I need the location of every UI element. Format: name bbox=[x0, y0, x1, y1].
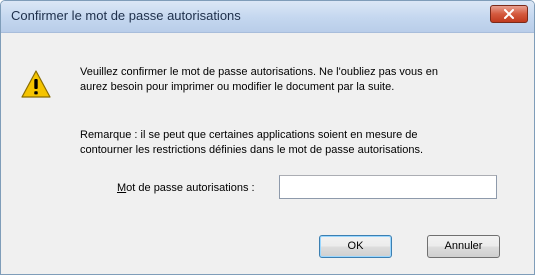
dialog-body: Veuillez confirmer le mot de passe autor… bbox=[1, 33, 534, 274]
ok-button[interactable]: OK bbox=[319, 235, 392, 258]
permissions-password-input[interactable] bbox=[279, 175, 497, 199]
close-button[interactable] bbox=[490, 5, 528, 23]
confirmation-message: Veuillez confirmer le mot de passe autor… bbox=[80, 65, 510, 95]
dialog-title: Confirmer le mot de passe autorisations bbox=[11, 8, 241, 23]
password-label: Mot de passe autorisations : bbox=[117, 182, 255, 194]
dialog-window: Confirmer le mot de passe autorisations … bbox=[0, 0, 535, 275]
remark-note: Remarque : il se peut que certaines appl… bbox=[80, 128, 510, 158]
title-bar[interactable]: Confirmer le mot de passe autorisations bbox=[1, 1, 534, 33]
remark-line-2: contourner les restrictions définies dan… bbox=[80, 144, 424, 156]
password-label-text: ot de passe autorisations : bbox=[126, 182, 255, 194]
password-label-accelerator: M bbox=[117, 182, 127, 194]
message-line-2: aurez besoin pour imprimer ou modifier l… bbox=[80, 81, 395, 93]
message-line-1: Veuillez confirmer le mot de passe autor… bbox=[80, 66, 438, 78]
cancel-button[interactable]: Annuler bbox=[427, 235, 500, 258]
remark-line-1: Remarque : il se peut que certaines appl… bbox=[80, 129, 418, 141]
close-icon bbox=[504, 9, 514, 19]
warning-icon bbox=[21, 70, 51, 98]
